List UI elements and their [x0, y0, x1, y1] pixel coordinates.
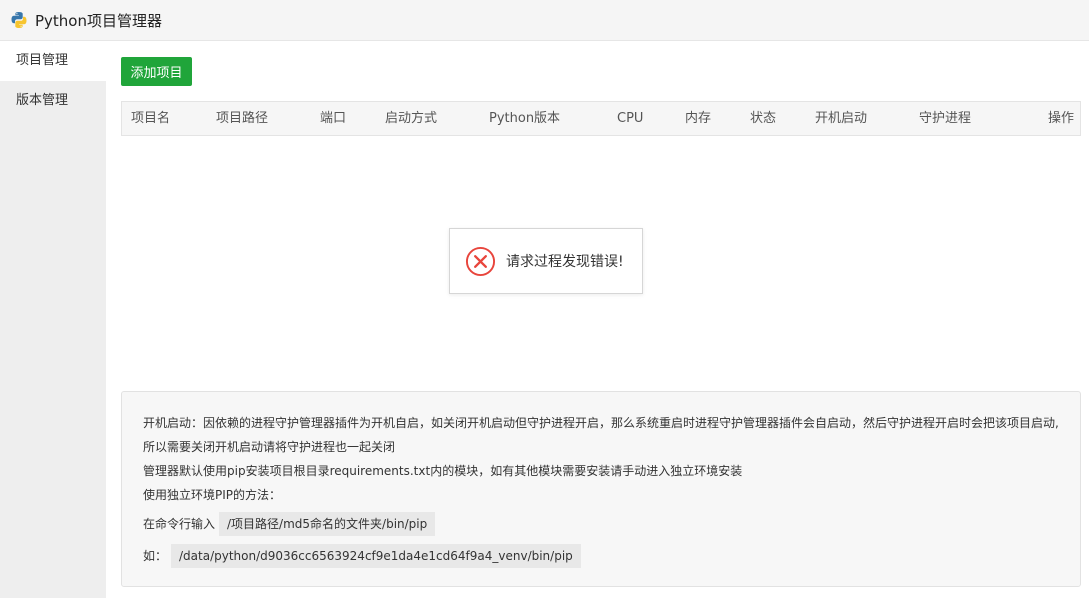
help-tips-panel: 开机启动：因依赖的进程守护管理器插件为开机自启，如关闭开机启动但守护进程开启，那…	[121, 391, 1081, 587]
column-header-autostart[interactable]: 开机启动	[815, 102, 867, 135]
error-toast: 请求过程发现错误!	[449, 228, 643, 294]
column-header-start-mode[interactable]: 启动方式	[385, 102, 437, 135]
column-header-name[interactable]: 项目名	[131, 102, 170, 135]
tip-line-example: 如：/data/python/d9036cc6563924cf9e1da4e1c…	[143, 541, 1080, 571]
column-header-status[interactable]: 状态	[750, 102, 776, 135]
column-header-port[interactable]: 端口	[320, 102, 346, 135]
sidebar-item-label: 版本管理	[16, 93, 69, 108]
tip-line-autostart: 开机启动：因依赖的进程守护管理器插件为开机自启，如关闭开机启动但守护进程开启，那…	[143, 416, 1059, 430]
column-header-actions[interactable]: 操作	[1048, 102, 1074, 135]
column-header-cpu[interactable]: CPU	[617, 102, 643, 135]
command-code: /项目路径/md5命名的文件夹/bin/pip	[219, 512, 436, 536]
toast-message: 请求过程发现错误!	[506, 254, 624, 270]
example-code: /data/python/d9036cc6563924cf9e1da4e1cd6…	[171, 544, 581, 568]
python-logo-icon	[11, 12, 27, 28]
sidebar: 项目管理 版本管理	[0, 41, 106, 598]
table-header: 项目名 项目路径 端口 启动方式 Python版本 CPU 内存 状态 开机启动…	[121, 101, 1081, 136]
column-header-python-version[interactable]: Python版本	[489, 102, 560, 135]
tip-line-pip-default: 管理器默认使用pip安装项目根目录requirements.txt内的模块，如有…	[143, 464, 743, 478]
tip-line-disable-note: 所以需要关闭开机启动请将守护进程也一起关闭	[143, 440, 396, 454]
column-header-daemon[interactable]: 守护进程	[919, 102, 971, 135]
error-circle-x-icon	[465, 246, 496, 276]
sidebar-item-project-management[interactable]: 项目管理	[0, 41, 106, 81]
tip-line-venv-pip-method: 使用独立环境PIP的方法：	[143, 488, 282, 502]
example-prefix: 如：	[143, 549, 168, 563]
window-title: Python项目管理器	[35, 11, 162, 30]
command-prefix: 在命令行输入	[143, 517, 216, 531]
tip-line-command: 在命令行输入/项目路径/md5命名的文件夹/bin/pip	[143, 509, 1080, 539]
add-project-button[interactable]: 添加项目	[121, 57, 192, 86]
column-header-path[interactable]: 项目路径	[216, 102, 268, 135]
sidebar-item-label: 项目管理	[16, 53, 69, 68]
sidebar-item-version-management[interactable]: 版本管理	[0, 81, 106, 121]
title-bar: Python项目管理器	[0, 0, 1089, 41]
column-header-memory[interactable]: 内存	[685, 102, 711, 135]
main-content: 添加项目 项目名 项目路径 端口 启动方式 Python版本 CPU 内存 状态…	[106, 41, 1089, 598]
